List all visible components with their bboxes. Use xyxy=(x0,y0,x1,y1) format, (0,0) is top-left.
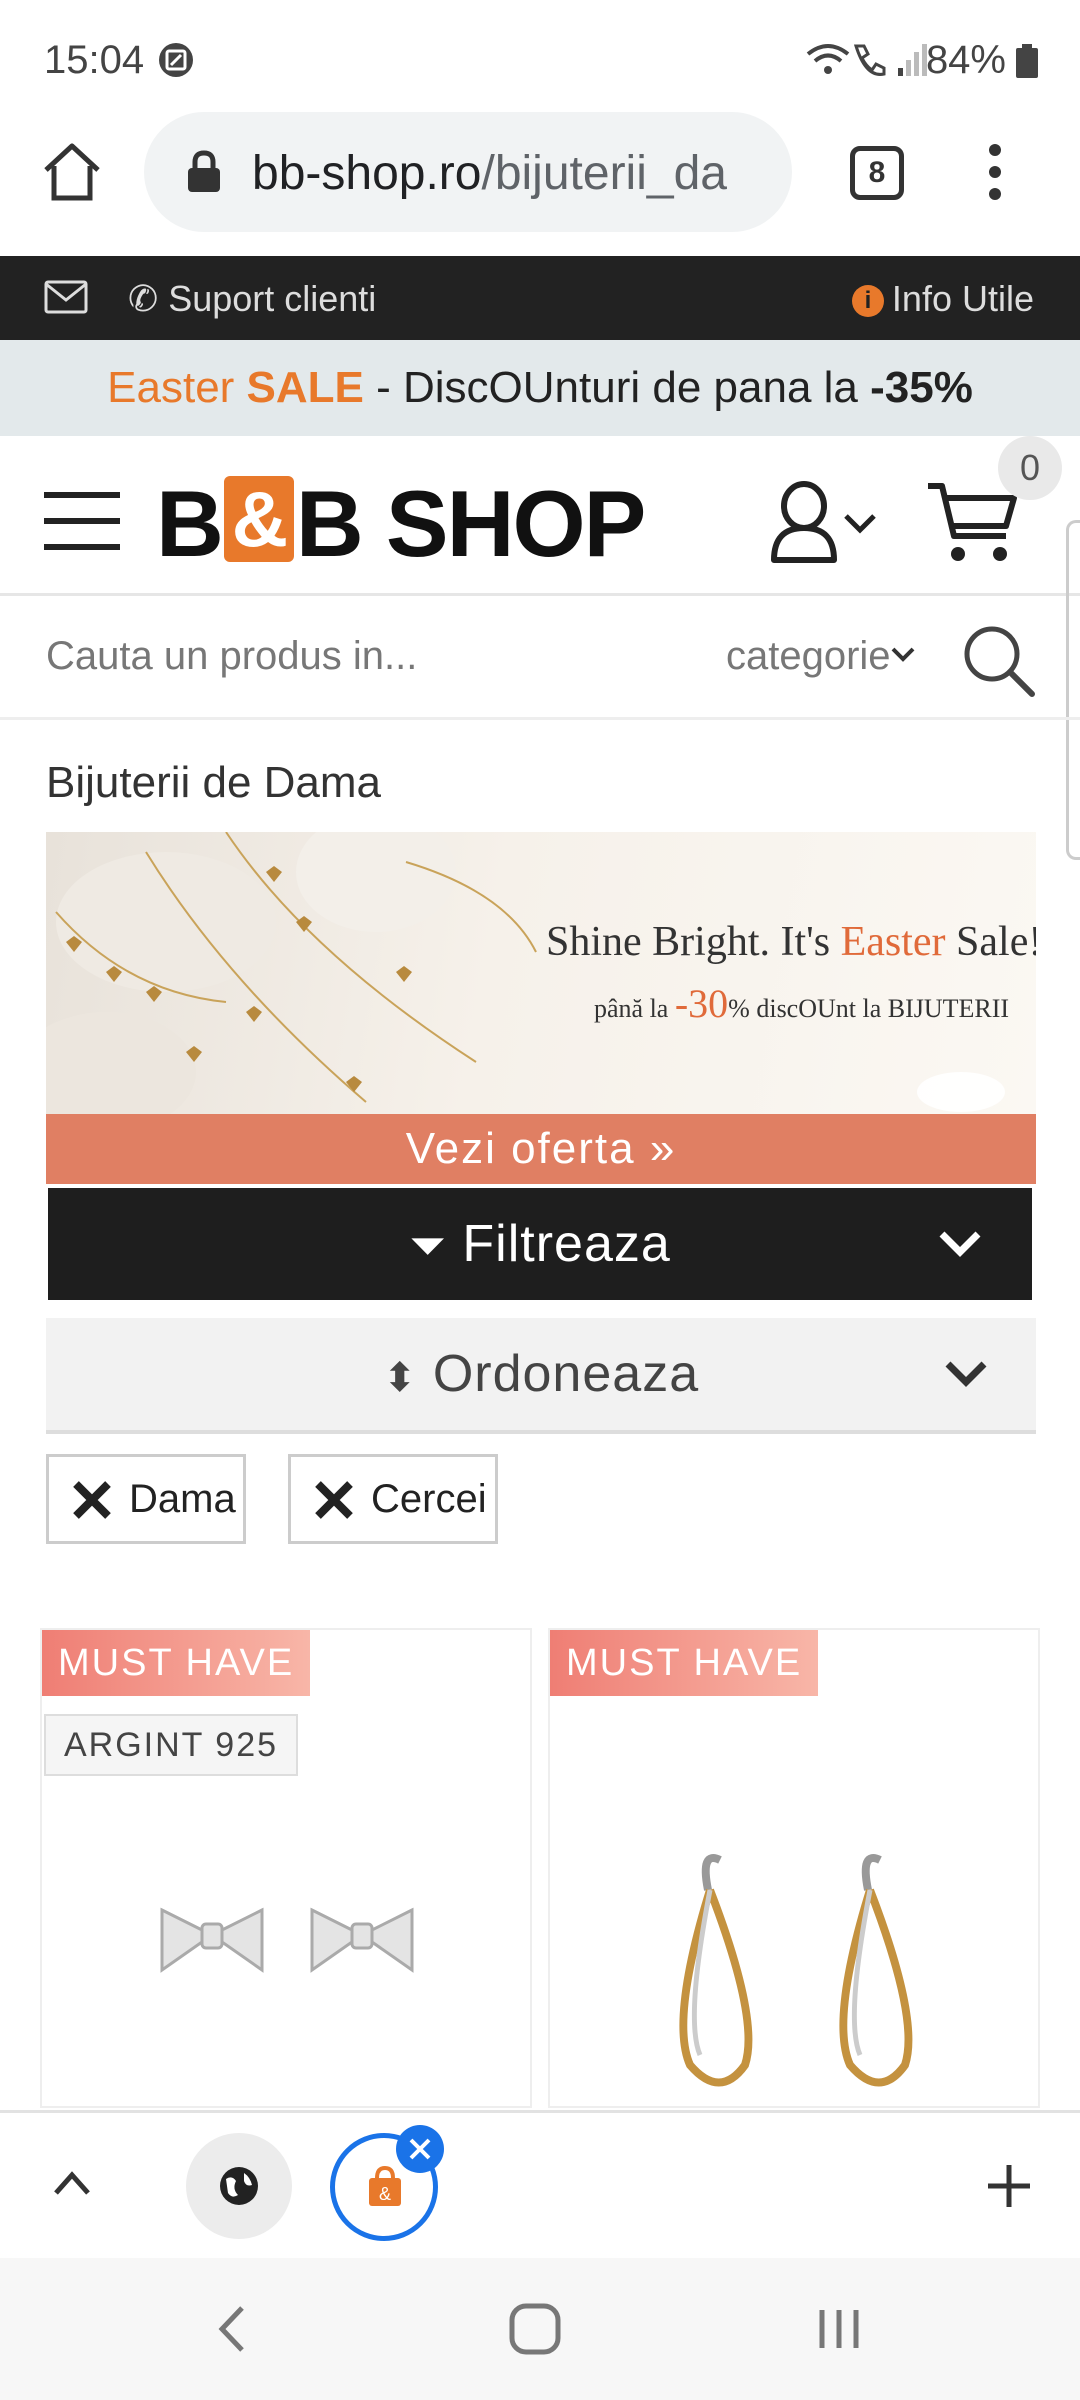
chevron-down-icon xyxy=(891,647,915,662)
filter-label: Filtreaza xyxy=(462,1215,671,1273)
url-path: /bijuterii_da xyxy=(481,147,727,200)
must-have-badge: MUST HAVE xyxy=(42,1630,311,1696)
more-options-icon[interactable] xyxy=(980,140,1010,204)
search-bar[interactable]: Cauta un produs in... categorie xyxy=(0,596,1080,720)
search-icon[interactable] xyxy=(962,624,1036,698)
promo-sub-sign: % xyxy=(728,994,750,1023)
support-link[interactable]: ✆ Suport clienti xyxy=(128,278,376,320)
search-input[interactable]: Cauta un produs in... xyxy=(46,634,417,679)
material-badge: ARGINT 925 xyxy=(44,1714,299,1776)
info-label: Info Utile xyxy=(891,278,1034,319)
promo-sub-d: discOUnt la BIJUTERII xyxy=(749,994,1010,1023)
logo-ampersand: & xyxy=(223,476,294,562)
sale-text-sale: SALE xyxy=(246,363,364,412)
promo-sub-percent: -30 xyxy=(674,981,729,1026)
chevron-up-icon[interactable] xyxy=(52,2169,92,2197)
close-icon xyxy=(409,2138,431,2160)
url-text: bb-shop.ro/bijuterii_da xyxy=(252,146,772,201)
lock-icon xyxy=(188,150,220,192)
bbshop-favicon-icon: & xyxy=(369,2166,401,2206)
filter-chip-dama[interactable]: Dama xyxy=(46,1454,246,1544)
close-icon[interactable] xyxy=(313,1479,355,1521)
sale-text-discount: - DiscOUnturi de pana la xyxy=(363,363,871,412)
necklace-image xyxy=(46,832,537,1114)
category-select[interactable]: categorie xyxy=(726,634,891,679)
sale-text-percent: -35% xyxy=(870,363,973,412)
phone-icon: ✆ xyxy=(128,278,159,319)
promo-subline: până la -30% discOUnt la BIJUTERII xyxy=(594,980,1009,1027)
bow-earrings-image xyxy=(160,1907,414,1973)
sort-toggle[interactable]: ⬍ Ordoneaza xyxy=(46,1318,1036,1434)
shopping-cart-icon[interactable] xyxy=(926,480,1018,566)
url-domain: bb-shop.ro xyxy=(252,147,482,200)
new-tab-plus-icon[interactable] xyxy=(986,2163,1032,2209)
battery-icon xyxy=(1016,44,1038,78)
back-icon[interactable] xyxy=(216,2304,246,2354)
see-offer-button[interactable]: Vezi oferta » xyxy=(46,1114,1036,1184)
site-logo[interactable]: B & B SHOP xyxy=(156,470,646,578)
support-label: Suport clienti xyxy=(168,278,377,319)
promo-tagline: Shine Bright. It's Easter Sale! xyxy=(546,918,1036,966)
category-label: categorie xyxy=(726,634,891,678)
filter-icon: ⏷ xyxy=(409,1219,447,1271)
filter-chip-cercei[interactable]: Cercei xyxy=(288,1454,498,1544)
info-icon: i xyxy=(851,285,884,317)
signal-icons xyxy=(806,44,927,76)
promo-tagline-sale: Sale! xyxy=(945,919,1036,965)
filter-chip-label: Cercei xyxy=(371,1477,487,1521)
status-time: 15:04 xyxy=(44,38,145,82)
home-icon[interactable] xyxy=(40,140,104,204)
globe-icon xyxy=(220,2167,258,2205)
sale-announcement[interactable]: Easter SALE - DiscOUnturi de pana la -35… xyxy=(0,340,1080,436)
must-have-badge: MUST HAVE xyxy=(550,1630,819,1696)
close-icon[interactable] xyxy=(71,1479,113,1521)
logo-letter-b: B xyxy=(156,471,224,576)
drop-earrings-image xyxy=(679,1854,913,2087)
hamburger-menu-icon[interactable] xyxy=(44,492,120,550)
page-title: Bijuterii de Dama xyxy=(46,758,382,807)
filter-chip-label: Dama xyxy=(129,1477,236,1521)
tab-switcher-button[interactable]: 8 xyxy=(850,146,904,200)
user-account-icon[interactable] xyxy=(770,480,890,564)
tab-thumbnail-globe[interactable] xyxy=(186,2133,292,2239)
promo-tagline-a: Shine Bright. It's xyxy=(546,919,841,965)
promo-sub-a: până la xyxy=(594,994,675,1023)
product-card[interactable]: MUST HAVE ARGINT 925 xyxy=(40,1628,532,2108)
address-bar[interactable]: bb-shop.ro/bijuterii_da xyxy=(144,112,792,232)
mail-icon[interactable] xyxy=(44,280,88,314)
chevron-down-icon xyxy=(945,1361,987,1387)
chevron-down-icon xyxy=(939,1231,981,1257)
browser-bottom-bar: & xyxy=(0,2110,1080,2258)
sort-icon: ⬍ xyxy=(382,1356,418,1400)
promo-tagline-easter: Easter xyxy=(840,919,946,965)
product-card[interactable]: MUST HAVE xyxy=(548,1628,1040,2108)
home-nav-icon[interactable] xyxy=(508,2302,562,2356)
svg-text:&: & xyxy=(379,2184,391,2204)
promo-banner[interactable]: Shine Bright. It's Easter Sale! până la … xyxy=(46,832,1036,1114)
battery-level: 84% xyxy=(925,38,1006,82)
filter-toggle[interactable]: ⏷ Filtreaza xyxy=(48,1188,1032,1300)
close-tab-button[interactable] xyxy=(396,2125,444,2173)
sort-label: Ordoneaza xyxy=(432,1345,700,1403)
system-navigation-bar xyxy=(0,2258,1080,2400)
logo-text: B SHOP xyxy=(295,471,646,576)
site-header: B & B SHOP xyxy=(0,436,1080,596)
screenshot-icon xyxy=(159,43,193,77)
flower-decoration xyxy=(917,1072,1005,1112)
top-info-bar: ✆ Suport clienti i Info Utile xyxy=(0,256,1080,340)
screen: 15:04 84% bb-shop.ro/bijuterii_da 8 ✆ Su… xyxy=(0,0,1080,2400)
cart-count-badge: 0 xyxy=(998,436,1062,500)
sale-text-easter: Easter xyxy=(107,363,247,412)
status-bar: 15:04 84% xyxy=(0,0,1080,110)
recent-apps-icon[interactable] xyxy=(816,2306,862,2352)
info-link[interactable]: i Info Utile xyxy=(851,278,1034,320)
